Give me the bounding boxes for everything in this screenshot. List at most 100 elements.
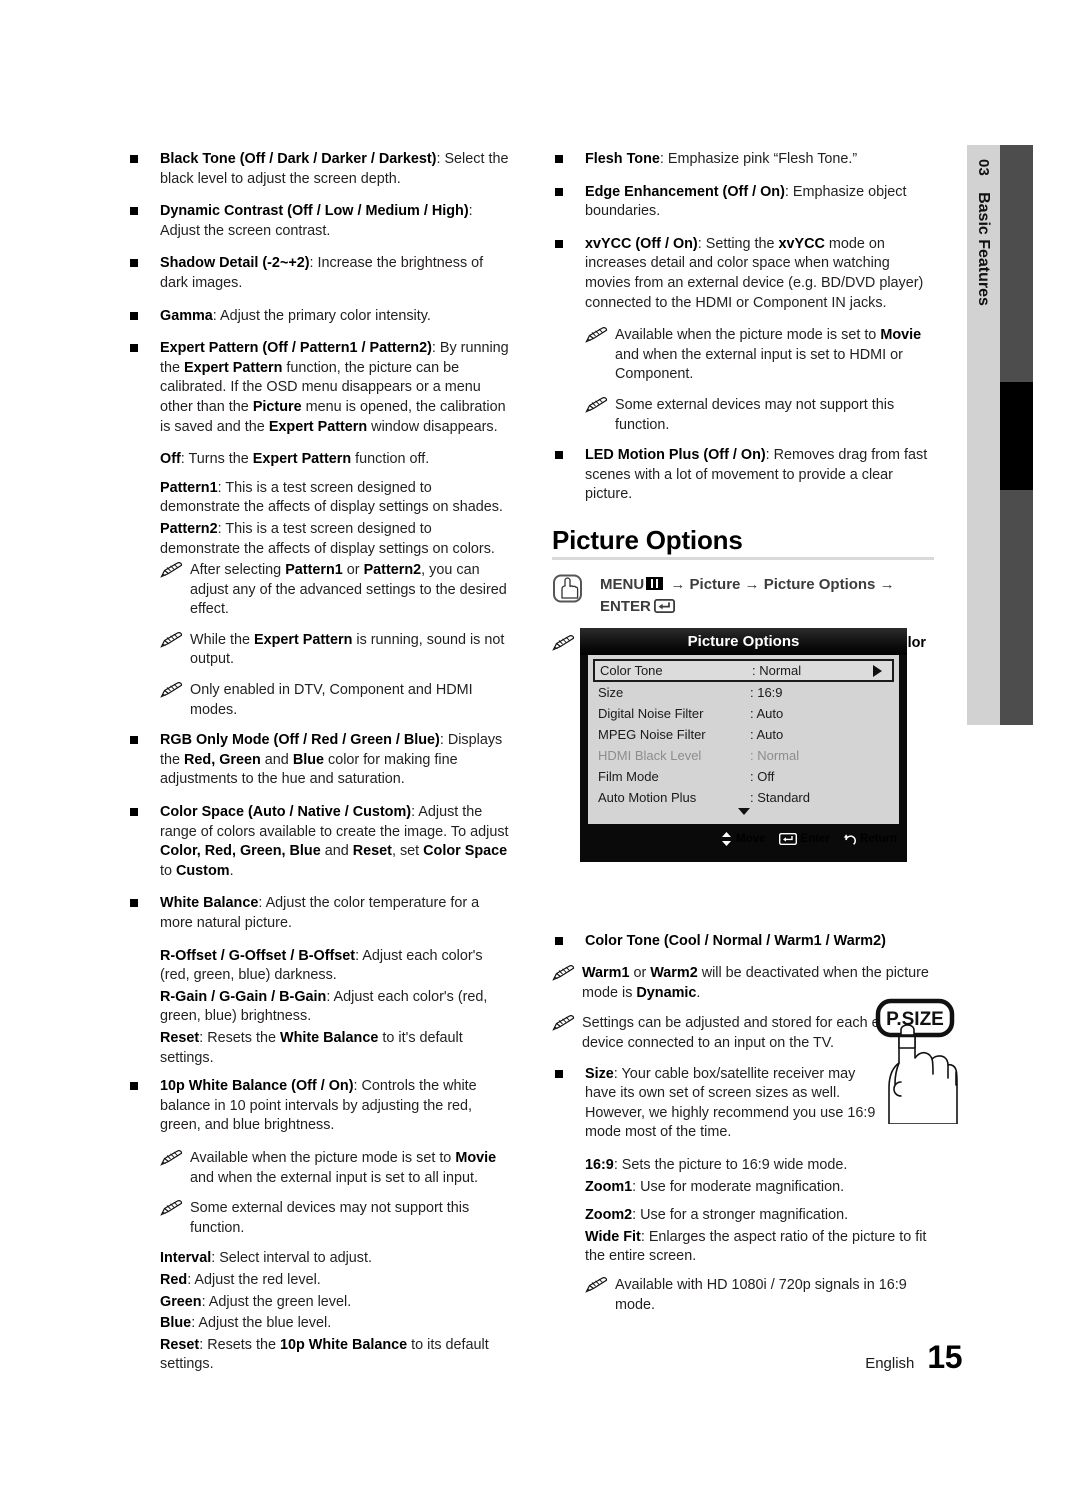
section-heading-rule [552,556,934,560]
chapter-index-active-marker [1000,382,1033,490]
note-pencil-icon [160,631,183,648]
note-text: Available when the picture mode is set t… [615,327,922,383]
bullet-list-item: Gamma: Adjust the primary color intensit… [127,307,509,327]
note-item: Available when the picture mode is set t… [160,1149,509,1188]
sub-paragraph-text: Blue: Adjust the blue level. [160,1315,332,1332]
menu-path-arrow-1: → [666,575,690,593]
menu-path-step-picture-options: Picture Options [763,575,876,593]
sub-paragraph: Pattern2: This is a test screen designed… [127,520,509,559]
osd-row-label: Film Mode [598,769,659,784]
menu-path-arrow-2: → [740,575,764,593]
note-item: Some external devices may not support th… [160,1199,509,1238]
bullet-list-item: Shadow Detail (-2~+2): Increase the brig… [127,254,509,293]
bullet-square-icon [130,736,138,745]
menu-path-menu-label: MENU [600,575,645,593]
bullet-square-icon [555,936,563,945]
osd-hint-move: Move [721,832,766,846]
menu-bars-icon [646,576,664,590]
bullet-text: LED Motion Plus (Off / On): Removes drag… [585,447,928,503]
sub-paragraph-text: Reset: Resets the 10p White Balance to i… [160,1336,489,1373]
sub-paragraph-text: Pattern2: This is a test screen designed… [160,520,495,557]
bullet-text: Flesh Tone: Emphasize pink “Flesh Tone.” [585,151,858,167]
menu-path-step-picture: Picture [689,575,741,593]
osd-row-label: Digital Noise Filter [598,706,704,721]
sub-paragraph-text: Off: Turns the Expert Pattern function o… [160,451,430,468]
osd-menu-row[interactable]: Size: 16:9 [588,682,899,703]
menu-path-enter-label: ENTER [600,597,651,615]
osd-menu-row[interactable]: MPEG Noise Filter: Auto [588,724,899,745]
bullet-text: RGB Only Mode (Off / Red / Green / Blue)… [160,732,503,788]
bullet-list-item: Expert Pattern (Off / Pattern1 / Pattern… [127,339,509,437]
osd-row-value: : Auto [750,727,784,742]
sub-paragraph: Pattern1: This is a test screen designed… [127,479,509,518]
footer-language: English [865,1355,915,1372]
sub-paragraph: Interval: Select interval to adjust. [127,1249,509,1269]
bullet-list-item: White Balance: Adjust the color temperat… [127,894,509,933]
bullet-list-item: Flesh Tone: Emphasize pink “Flesh Tone.” [552,150,934,170]
osd-scroll-down-icon[interactable] [588,802,899,820]
bullet-text: Gamma: Adjust the primary color intensit… [160,307,431,324]
note-pencil-icon [552,1015,575,1032]
enter-key-icon [778,833,797,845]
psize-button-illustration: P.SIZE [858,996,962,1125]
psize-button-label: P.SIZE [886,1009,944,1030]
osd-row-value: : Normal [750,748,800,763]
note-pencil-icon [585,1277,608,1293]
menu-button-icon [552,574,586,604]
note-pencil-icon [160,1200,183,1216]
bullet-square-icon [555,1069,563,1078]
bullet-text: Color Tone (Cool / Normal / Warm1 / Warm… [585,932,886,949]
bullet-list-item: Size: Your cable box/satellite receiver … [552,1065,885,1143]
osd-row-label: Size [598,685,624,700]
bullet-list-item: LED Motion Plus (Off / On): Removes drag… [552,446,934,505]
note-pencil-icon [160,562,183,578]
chevron-right-icon[interactable] [873,664,882,677]
note-pencil-icon [552,965,575,981]
note-item: While the Expert Pattern is running, sou… [160,631,509,670]
bullet-text: 10p White Balance (Off / On): Controls t… [160,1078,477,1134]
sub-paragraph: Blue: Adjust the blue level. [127,1314,509,1334]
osd-title: Picture Options [580,628,907,655]
section-heading: Picture Options [552,524,743,555]
bullet-list-item: 10p White Balance (Off / On): Controls t… [127,1077,509,1136]
sub-paragraph: R-Offset / G-Offset / B-Offset: Adjust e… [127,947,509,986]
bullet-list-item: Black Tone (Off / Dark / Darker / Darkes… [127,150,509,189]
sub-paragraph: Red: Adjust the red level. [127,1271,509,1291]
sub-paragraph: Wide Fit: Enlarges the aspect ratio of t… [552,1228,934,1267]
note-item: Some external devices may not support th… [585,396,934,435]
manual-page: 03 Basic Features Black Tone (Off / Dark… [0,0,1080,1494]
sub-paragraph: Green: Adjust the green level. [127,1293,509,1313]
sub-paragraph: Zoom1: Use for moderate magnification. [552,1178,934,1198]
footer-page-number: 15 [927,1339,962,1375]
chapter-label: Basic Features [975,192,993,306]
osd-row-value: : Auto [750,706,784,721]
sub-paragraph-text: Reset: Resets the White Balance to it's … [160,1029,463,1066]
bullet-text: Color Space (Auto / Native / Custom): Ad… [160,804,509,879]
osd-row-label: HDMI Black Level [598,748,702,763]
bullet-square-icon [130,1082,138,1091]
note-text: Available when the picture mode is set t… [190,1149,497,1186]
note-pencil-icon [160,1149,183,1166]
bullet-list-item: Dynamic Contrast (Off / Low / Medium / H… [127,202,509,241]
osd-menu-row: HDMI Black Level : Normal [588,745,899,766]
osd-row-value: : Normal [752,663,802,678]
note-item: After selecting Pattern1 or Pattern2, yo… [160,561,509,620]
osd-menu-row[interactable]: Digital Noise Filter : Auto [588,703,899,724]
osd-menu-row[interactable]: Film Mode: Off [588,766,899,787]
sub-paragraph: Zoom2: Use for a stronger magnification. [552,1206,934,1226]
bullet-square-icon [555,239,563,248]
bullet-square-icon [130,808,138,817]
bullet-text: Size: Your cable box/satellite receiver … [585,1065,876,1141]
osd-hint-return-label: Return [859,833,897,845]
osd-menu-row[interactable]: Color Tone: Normal [593,659,894,682]
osd-footer-hints: Move Enter Return [580,824,907,854]
osd-hint-return: Return [843,833,897,846]
bullet-square-icon [130,155,138,163]
bullet-text: Dynamic Contrast (Off / Low / Medium / H… [160,203,473,239]
bullet-list-item: RGB Only Mode (Off / Red / Green / Blue)… [127,731,509,790]
bullet-square-icon [555,155,563,163]
bullet-text: xvYCC (Off / On): Setting the xvYCC mode… [585,235,924,311]
sub-paragraph-text: Red: Adjust the red level. [160,1271,321,1288]
osd-picture-options-menu: Picture Options Color Tone: Normal Size: … [580,628,907,862]
sub-paragraph: Reset: Resets the 10p White Balance to i… [127,1336,509,1375]
